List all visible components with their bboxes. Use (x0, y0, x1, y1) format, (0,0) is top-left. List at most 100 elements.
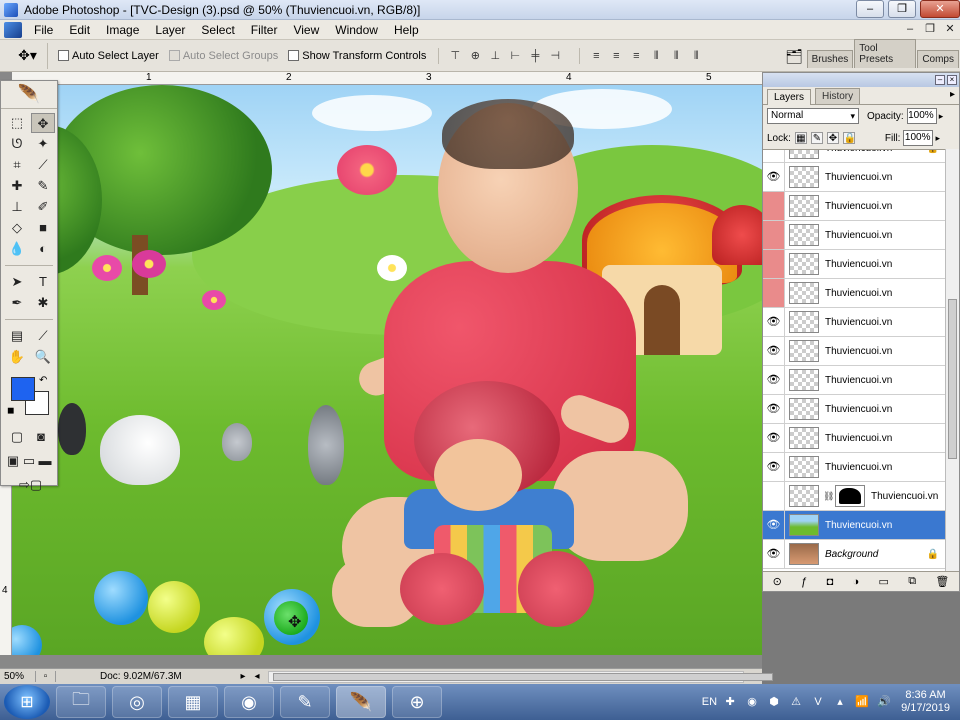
default-colors-icon[interactable]: ◼ (7, 405, 14, 416)
fill-field[interactable]: 100% (903, 130, 934, 146)
photoshop-taskbar-icon[interactable]: 🪶 (336, 686, 386, 718)
visibility-eye-icon[interactable] (763, 192, 785, 220)
status-arrow-icon[interactable]: ▸ (236, 671, 250, 682)
scrollbar-thumb[interactable] (273, 672, 773, 681)
distribute-hcenter-icon[interactable]: ⦀ (668, 48, 684, 64)
delete-layer-icon[interactable]: 🗑 (935, 575, 949, 588)
file-browser-icon[interactable]: 🗂 (782, 44, 807, 68)
scroll-left-arrow-icon[interactable]: ◂ (250, 671, 264, 682)
layer-row[interactable]: 👁 Thuviencuoi.vn (763, 395, 945, 424)
layer-style-icon[interactable]: ƒ (801, 576, 807, 588)
maximize-button[interactable]: ❐ (888, 0, 916, 18)
distribute-left-icon[interactable]: ⦀ (648, 48, 664, 64)
visibility-eye-icon[interactable]: 👁 (763, 366, 785, 394)
office-taskbar-icon[interactable]: ▦ (168, 686, 218, 718)
distribute-center-icon[interactable]: ≡ (608, 48, 624, 64)
checkbox-box[interactable] (58, 50, 69, 61)
eraser-tool-icon[interactable]: ◇ (5, 218, 29, 238)
visibility-eye-icon[interactable] (763, 150, 785, 162)
move-tool-icon[interactable]: ✥ (31, 113, 55, 133)
inkscape-taskbar-icon[interactable]: ✎ (280, 686, 330, 718)
tab-comps[interactable]: Comps (917, 50, 959, 68)
distribute-bottom-icon[interactable]: ≡ (628, 48, 644, 64)
layer-row[interactable]: 👁 Thuviencuoi.vn (763, 163, 945, 192)
layer-row[interactable]: Thuviencuoi.vn (763, 250, 945, 279)
menu-edit[interactable]: Edit (61, 20, 98, 40)
adjustment-layer-icon[interactable]: ◑ (853, 576, 860, 588)
close-button[interactable]: ✕ (920, 0, 960, 18)
new-layer-icon[interactable]: ⧉ (908, 575, 916, 588)
menu-file[interactable]: File (26, 20, 61, 40)
distribute-right-icon[interactable]: ⦀ (688, 48, 704, 64)
tray-app-icon[interactable]: V (809, 693, 827, 711)
mask-link-icon[interactable]: ⛓ (823, 491, 834, 502)
lock-position-icon[interactable]: ✥ (826, 132, 839, 144)
align-bottom-edges-icon[interactable]: ⊥ (487, 48, 503, 64)
link-layers-icon[interactable]: ⊙ (773, 575, 782, 588)
menu-image[interactable]: Image (98, 20, 147, 40)
tray-app-icon[interactable]: ⚠ (787, 693, 805, 711)
slice-tool-icon[interactable]: ⟋ (31, 155, 55, 175)
layer-row[interactable]: 👁 Thuviencuoi.vn (763, 366, 945, 395)
lock-image-icon[interactable]: ✎ (810, 132, 823, 144)
lock-all-icon[interactable]: 🔒 (842, 132, 856, 144)
layer-row[interactable]: Thuviencuoi.vn (763, 221, 945, 250)
opacity-slider-arrow-icon[interactable]: ▸ (939, 111, 944, 122)
language-indicator[interactable]: EN (702, 696, 717, 708)
feather-icon[interactable]: 🪶 (1, 81, 57, 109)
eyedropper-tool-icon[interactable]: ⟋ (31, 326, 55, 346)
menu-view[interactable]: View (285, 20, 327, 40)
tray-app-icon[interactable]: ✚ (721, 693, 739, 711)
panel-close-icon[interactable]: × (947, 75, 957, 85)
align-horizontal-centers-icon[interactable]: ╪ (527, 48, 543, 64)
doc-restore-button[interactable]: ❐ (920, 20, 940, 38)
visibility-eye-icon[interactable]: 👁 (763, 424, 785, 452)
visibility-eye-icon[interactable]: 👁 (763, 337, 785, 365)
coccoc-taskbar-icon[interactable]: ◎ (112, 686, 162, 718)
screen-mode-standard-icon[interactable]: ▣ (5, 451, 21, 471)
tab-history[interactable]: History (815, 88, 861, 104)
horizontal-scrollbar[interactable] (268, 670, 773, 683)
show-hidden-icons-icon[interactable]: ▴ (831, 693, 849, 711)
align-left-edges-icon[interactable]: ⊢ (507, 48, 523, 64)
standard-mode-icon[interactable]: ▢ (7, 427, 27, 447)
layer-row[interactable]: Thuviencuoi.vn (763, 192, 945, 221)
menu-layer[interactable]: Layer (147, 20, 193, 40)
visibility-eye-icon[interactable] (763, 250, 785, 278)
doc-minimize-button[interactable]: – (900, 20, 920, 38)
layer-row[interactable]: 👁 Thuviencuoi.vn (763, 337, 945, 366)
notes-tool-icon[interactable]: ▤ (5, 326, 29, 346)
type-tool-icon[interactable]: T (31, 272, 55, 292)
explorer-taskbar-icon[interactable]: 🗀 (56, 686, 106, 718)
crop-tool-icon[interactable]: ⌗ (5, 155, 29, 175)
firefox-taskbar-icon[interactable]: ◉ (224, 686, 274, 718)
opacity-field[interactable]: 100% (906, 108, 937, 124)
visibility-eye-icon[interactable] (763, 279, 785, 307)
gradient-tool-icon[interactable]: ■ (31, 218, 55, 238)
tab-layers[interactable]: Layers (767, 89, 812, 105)
foreground-color-swatch[interactable] (11, 377, 35, 401)
scrollbar-thumb[interactable] (948, 299, 957, 459)
history-brush-tool-icon[interactable]: ✐ (31, 197, 55, 217)
panel-menu-icon[interactable]: ▸ (950, 89, 955, 100)
tray-app-icon[interactable]: ⬢ (765, 693, 783, 711)
visibility-eye-icon[interactable] (763, 482, 785, 510)
clock[interactable]: 8:36 AM 9/17/2019 (901, 689, 950, 715)
lock-transparency-icon[interactable]: ▦ (794, 132, 807, 144)
doc-close-button[interactable]: ✕ (940, 20, 960, 38)
magic-wand-tool-icon[interactable]: ✦ (31, 134, 55, 154)
distribute-top-icon[interactable]: ≡ (588, 48, 604, 64)
move-tool-preset-icon[interactable]: ✥▾ (8, 42, 48, 69)
blur-tool-icon[interactable]: 💧 (5, 239, 29, 259)
menu-select[interactable]: Select (193, 20, 242, 40)
dodge-tool-icon[interactable]: ◐ (31, 239, 55, 259)
visibility-eye-icon[interactable]: 👁 (763, 163, 785, 191)
align-top-edges-icon[interactable]: ⊤ (447, 48, 463, 64)
align-vertical-centers-icon[interactable]: ⊕ (467, 48, 483, 64)
visibility-eye-icon[interactable]: 👁 (763, 511, 785, 539)
jump-to-imageready-icon[interactable]: ⇨▢ (19, 475, 42, 495)
visibility-eye-icon[interactable]: 👁 (763, 308, 785, 336)
checkbox-box[interactable] (288, 50, 300, 61)
chrome-taskbar-icon[interactable]: ⊕ (392, 686, 442, 718)
layer-row[interactable]: ⛓ Thuviencuoi.vn (763, 482, 945, 511)
